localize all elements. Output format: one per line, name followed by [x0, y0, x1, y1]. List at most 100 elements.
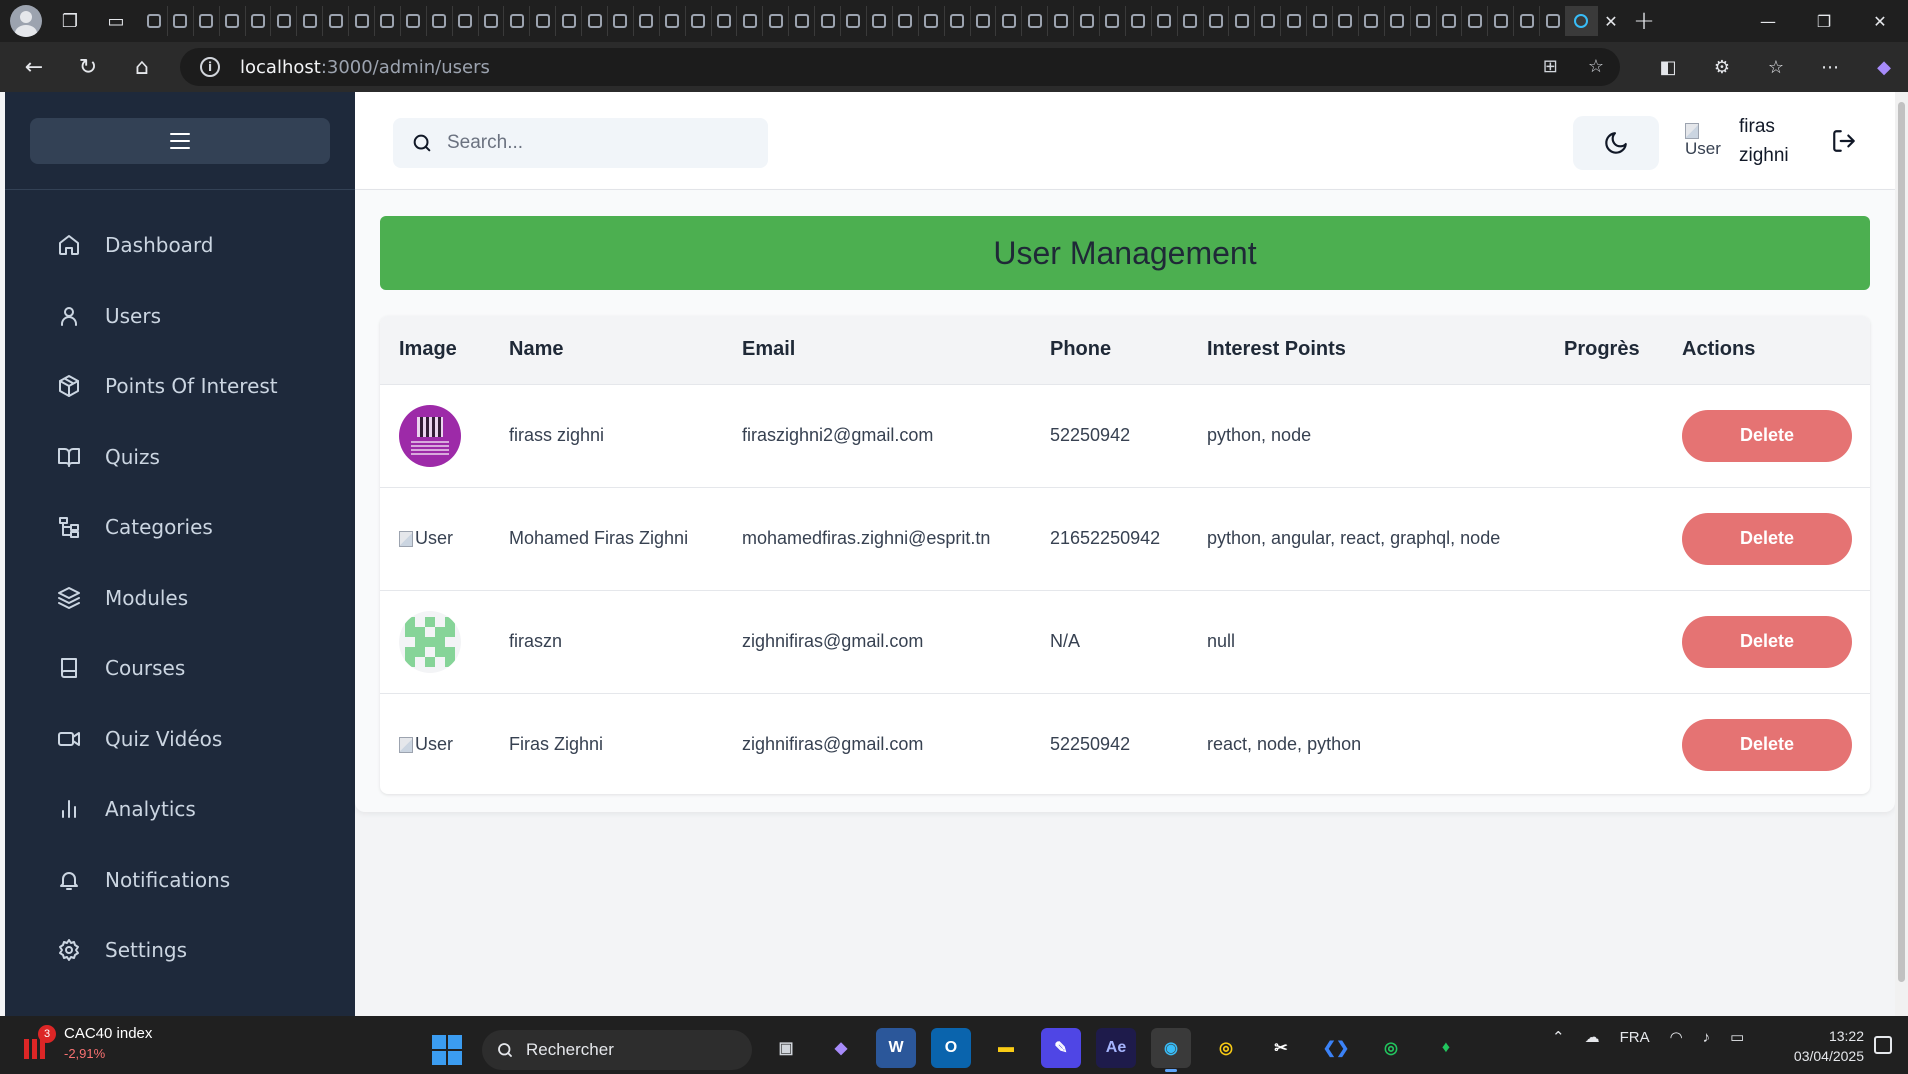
user-profile[interactable]: User firas zighni	[1685, 112, 1859, 170]
close-tab-icon[interactable]: ✕	[1598, 12, 1624, 31]
browser-tab[interactable]	[815, 6, 842, 36]
browser-tab[interactable]	[530, 6, 557, 36]
browser-tab[interactable]	[841, 6, 867, 36]
browser-tab[interactable]	[375, 6, 401, 36]
outlook-icon[interactable]: O	[931, 1028, 971, 1068]
browser-tab[interactable]	[220, 6, 246, 36]
browser-tab[interactable]	[401, 6, 427, 36]
browser-tab[interactable]	[1462, 6, 1489, 36]
browser-tab[interactable]	[1437, 6, 1463, 36]
browser-tab[interactable]	[971, 6, 997, 36]
sidebar-item-quiz-videos[interactable]: Quiz Vidéos	[5, 704, 355, 775]
browser-tab[interactable]	[712, 6, 738, 36]
address-bar[interactable]: i localhost:3000/admin/users ⊞ ☆	[180, 48, 1620, 86]
theme-toggle-button[interactable]	[1573, 116, 1659, 170]
browser-tab[interactable]	[1074, 6, 1100, 36]
url-text[interactable]: localhost:3000/admin/users	[240, 57, 490, 78]
browser-tab[interactable]	[427, 6, 453, 36]
reload-icon[interactable]: ↻	[68, 47, 108, 87]
chrome-profile-m-icon[interactable]: ◎	[1206, 1028, 1246, 1068]
browser-tab[interactable]	[1540, 6, 1566, 36]
browser-tab[interactable]	[168, 6, 194, 36]
delete-button[interactable]: Delete	[1682, 615, 1852, 668]
edge-icon[interactable]: ◉	[1151, 1028, 1191, 1072]
browser-tab[interactable]	[1385, 6, 1411, 36]
delete-button[interactable]: Delete	[1682, 718, 1852, 771]
delete-button[interactable]: Delete	[1682, 512, 1852, 565]
browser-tab[interactable]	[1229, 6, 1256, 36]
page-scrollbar[interactable]	[1895, 92, 1908, 1016]
wifi-icon[interactable]: ◠	[1670, 1028, 1683, 1046]
restore-icon[interactable]: ❐	[1796, 0, 1852, 42]
logout-button[interactable]	[1829, 126, 1859, 156]
minimize-icon[interactable]: —	[1740, 0, 1796, 42]
browser-tab[interactable]	[996, 6, 1023, 36]
browser-tab[interactable]	[1100, 6, 1126, 36]
browser-tab[interactable]	[1514, 6, 1541, 36]
sidebar-item-dashboard[interactable]: Dashboard	[5, 210, 355, 281]
browser-tab[interactable]	[323, 6, 350, 36]
word-icon[interactable]: W	[876, 1028, 916, 1068]
favorites-icon[interactable]: ☆	[1756, 48, 1796, 86]
browser-tab[interactable]	[1333, 6, 1359, 36]
delete-button[interactable]: Delete	[1682, 409, 1852, 462]
browser-tab[interactable]	[1255, 6, 1282, 36]
battery-icon[interactable]: ▭	[1730, 1028, 1744, 1046]
app-available-icon[interactable]: ⊞	[1543, 56, 1558, 77]
browser-tab[interactable]	[686, 6, 712, 36]
clock[interactable]: 13:22 03/04/2025	[1782, 1026, 1864, 1066]
browser-tab[interactable]	[660, 6, 686, 36]
sidebar-item-points-of-interest[interactable]: Points Of Interest	[5, 351, 355, 422]
language-indicator[interactable]: FRA	[1620, 1029, 1650, 1046]
browser-tab[interactable]	[297, 6, 324, 36]
sidebar-item-analytics[interactable]: Analytics	[5, 774, 355, 845]
mongodb-compass-icon[interactable]: ♦	[1426, 1028, 1466, 1068]
browser-tab[interactable]	[1204, 6, 1230, 36]
tab-actions-icon[interactable]: ▭	[98, 5, 134, 37]
task-view-icon[interactable]: ▣	[766, 1028, 806, 1068]
more-menu-icon[interactable]: ⋯	[1810, 48, 1850, 86]
workspaces-icon[interactable]: ❐	[52, 5, 88, 37]
cloud-icon[interactable]: ☁	[1585, 1028, 1600, 1046]
notification-center-icon[interactable]	[1874, 1036, 1892, 1054]
after-effects-icon[interactable]: Ae	[1096, 1028, 1136, 1068]
browser-tab[interactable]	[1022, 6, 1049, 36]
file-explorer-icon[interactable]: ▬	[986, 1028, 1026, 1068]
browser-tab[interactable]	[349, 6, 376, 36]
sidebar-item-users[interactable]: Users	[5, 281, 355, 352]
profile-icon[interactable]	[10, 5, 42, 37]
taskbar-search[interactable]: Rechercher	[482, 1030, 752, 1070]
search-box[interactable]	[393, 118, 768, 168]
start-button[interactable]	[432, 1035, 462, 1065]
copilot-app-icon[interactable]: ◆	[821, 1028, 861, 1068]
browser-tab[interactable]	[1126, 6, 1152, 36]
browser-tab[interactable]	[1178, 6, 1204, 36]
new-tab-button[interactable]: +	[1624, 6, 1664, 36]
browser-tab[interactable]	[1152, 6, 1178, 36]
favorite-star-icon[interactable]: ☆	[1588, 56, 1604, 77]
sidebar-item-quizs[interactable]: Quizs	[5, 422, 355, 493]
stock-widget[interactable]: 3 CAC40 index -2,91%	[24, 1024, 152, 1064]
sidebar-item-notifications[interactable]: Notifications	[5, 845, 355, 916]
menu-toggle-button[interactable]	[30, 117, 330, 164]
scrollbar-thumb[interactable]	[1898, 102, 1905, 982]
browser-tab[interactable]	[194, 6, 220, 36]
browser-tab[interactable]	[789, 6, 816, 36]
browser-tab[interactable]	[556, 6, 583, 36]
sidebar-item-categories[interactable]: Categories	[5, 492, 355, 563]
browser-tab[interactable]	[945, 6, 971, 36]
browser-tab[interactable]	[608, 6, 634, 36]
browser-tab[interactable]	[634, 6, 660, 36]
volume-icon[interactable]: ♪	[1703, 1029, 1711, 1046]
browser-tab[interactable]	[1048, 6, 1075, 36]
browser-tab[interactable]	[867, 6, 893, 36]
site-info-icon[interactable]: i	[200, 57, 220, 77]
browser-tab[interactable]	[737, 6, 764, 36]
back-icon[interactable]: ←	[14, 47, 54, 87]
browser-tab[interactable]	[893, 6, 919, 36]
split-screen-icon[interactable]: ◧	[1648, 48, 1688, 86]
browser-tab[interactable]	[142, 6, 168, 36]
editor-app-icon[interactable]: ✎	[1041, 1028, 1081, 1068]
window-close-icon[interactable]: ✕	[1852, 0, 1908, 42]
browser-tab[interactable]	[271, 6, 298, 36]
